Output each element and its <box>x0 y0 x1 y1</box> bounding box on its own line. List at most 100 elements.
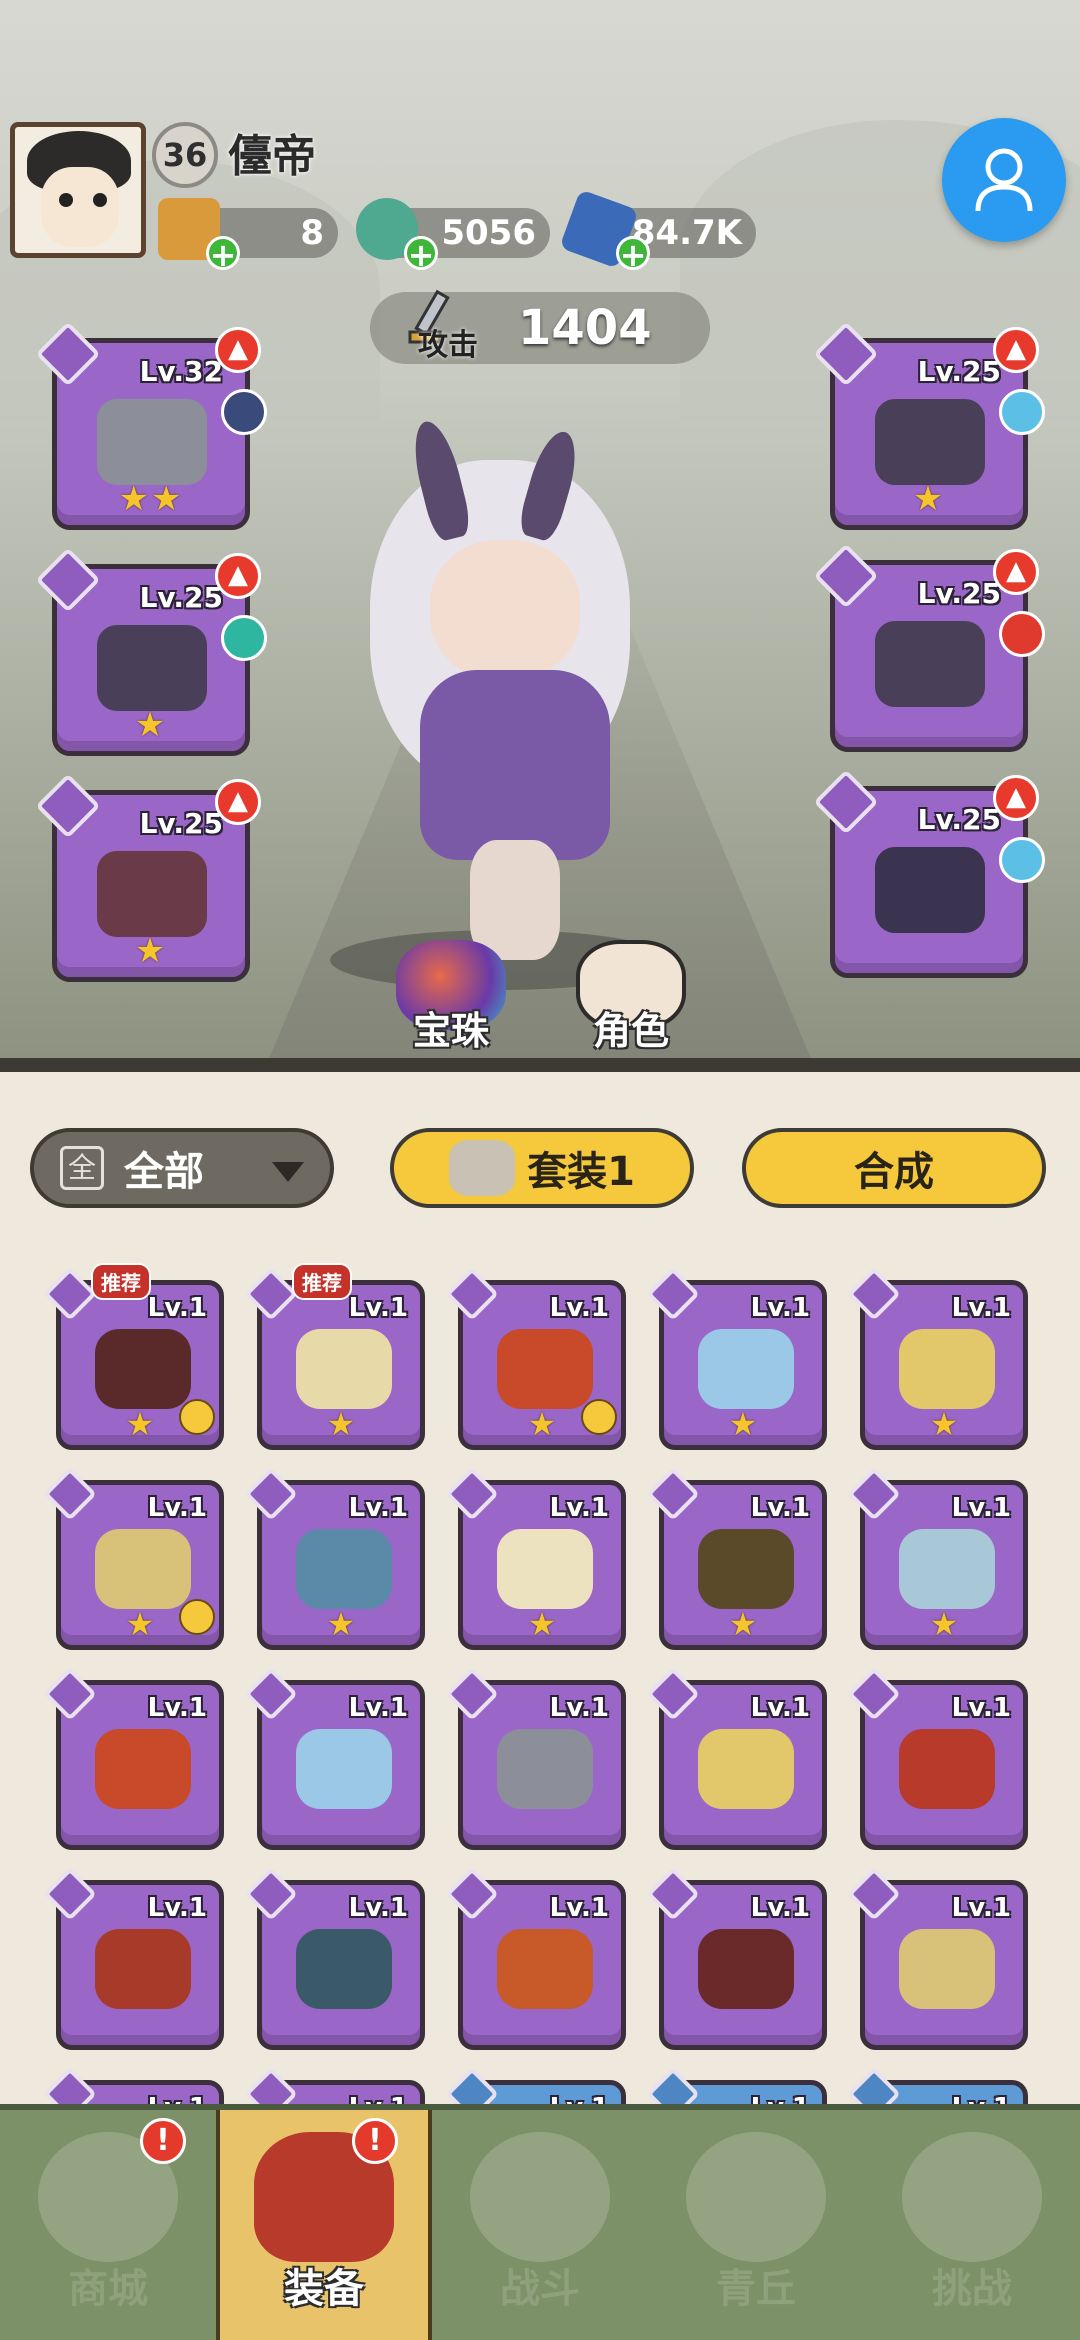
item-level: Lv.1 <box>549 1293 609 1323</box>
equip-stars: ★ <box>912 479 946 519</box>
add-crystal-icon[interactable]: + <box>616 236 650 271</box>
inventory-item[interactable]: Lv.1 ★ <box>847 1467 1028 1650</box>
add-scroll-icon[interactable]: + <box>206 236 240 271</box>
item-star: ★ <box>326 1405 356 1443</box>
nav-tab-label: 商城 <box>68 2266 148 2312</box>
equipment-art <box>899 1729 995 1809</box>
equipment-art <box>899 1929 995 2009</box>
equip-level: Lv.25 <box>917 355 1001 388</box>
equip-type-icon <box>445 1667 499 1721</box>
alert-badge: ! <box>140 2118 186 2164</box>
user-icon <box>975 148 1033 212</box>
item-level: Lv.1 <box>549 1693 609 1723</box>
equipment-art <box>875 847 985 933</box>
armor-set-icon <box>449 1140 516 1196</box>
equip-slot-armor[interactable]: Lv.25 ▲ ★ <box>35 547 267 756</box>
inventory-item[interactable]: Lv.1 ★ <box>847 1267 1028 1450</box>
set-piece-icon <box>581 1399 617 1435</box>
equip-type-icon <box>43 2067 97 2108</box>
inventory-item[interactable]: Lv.1 ★ <box>646 1467 827 1650</box>
item-star: ★ <box>929 1605 959 1643</box>
equip-type-icon <box>43 1467 97 1521</box>
equipment-art <box>698 1729 794 1809</box>
set-piece-icon <box>179 1399 215 1435</box>
inventory-item[interactable]: Lv.1 <box>646 1667 827 1850</box>
equip-type-icon <box>646 1267 700 1321</box>
inventory-item[interactable]: Lv.1 推荐 ★ <box>43 1263 224 1450</box>
inventory-item[interactable]: Lv.1 <box>646 1867 827 2050</box>
equip-type-icon <box>445 1467 499 1521</box>
resource-crystal[interactable]: + 984.7K <box>559 189 756 271</box>
equip-slot-boots[interactable]: Lv.25 ▲ <box>813 543 1045 752</box>
inventory-item[interactable]: Lv.1 ★ <box>445 1267 626 1450</box>
equip-type-icon <box>244 1267 298 1321</box>
filter-dropdown[interactable]: 全 全部 <box>30 1128 334 1208</box>
equipment-art <box>497 1729 593 1809</box>
item-level: Lv.1 <box>750 1293 810 1323</box>
inventory-item[interactable]: Lv.1 <box>445 1867 626 2050</box>
equipment-art <box>899 1529 995 1609</box>
upgrade-arrow-icon[interactable]: ▲ <box>215 779 261 825</box>
nav-tab-1[interactable]: 装备! <box>216 2110 432 2340</box>
player-avatar[interactable] <box>10 122 146 258</box>
inventory-item[interactable]: Lv.1 ★ <box>43 1467 224 1650</box>
add-jade-icon[interactable]: + <box>404 236 438 271</box>
equip-type-icon <box>445 2067 499 2108</box>
upgrade-arrow-icon[interactable]: ▲ <box>993 327 1039 373</box>
equipment-art <box>296 1529 392 1609</box>
nav-tab-label: 战斗 <box>500 2266 580 2312</box>
equipment-art <box>698 1329 794 1409</box>
equipment-art <box>95 1529 191 1609</box>
equip-slot-belt[interactable]: Lv.25 ▲ ★ <box>813 321 1045 530</box>
gem-icon <box>999 389 1045 435</box>
inventory-item[interactable]: Lv.1 ★ <box>244 1467 425 1650</box>
equip-slot-headband[interactable]: Lv.25 ▲ ★ <box>35 773 261 982</box>
inventory-item[interactable]: Lv.1 <box>43 1867 224 2050</box>
nav-tab-2[interactable]: 战斗 <box>432 2110 648 2340</box>
resource-jade-value: 5056 <box>441 213 536 253</box>
inventory-item[interactable]: Lv.1 <box>43 1667 224 1850</box>
nav-tab-0[interactable]: 商城! <box>0 2110 216 2340</box>
inventory-item[interactable]: Lv.1 ★ <box>445 1467 626 1650</box>
gem-icon <box>999 837 1045 883</box>
equipment-art <box>296 1929 392 2009</box>
resource-jade[interactable]: + 5056 <box>356 198 550 271</box>
item-level: Lv.1 <box>951 1693 1011 1723</box>
gem-icon <box>221 615 267 661</box>
inventory-item[interactable]: Lv.1 <box>244 1667 425 1850</box>
item-level: Lv.1 <box>348 1293 408 1323</box>
equip-slot-weapon[interactable]: Lv.32 ▲ ★★ <box>35 321 267 530</box>
upgrade-arrow-icon[interactable]: ▲ <box>215 553 261 599</box>
orbs-button[interactable]: 宝珠 <box>396 940 506 1055</box>
equip-type-icon <box>244 1667 298 1721</box>
gem-icon <box>999 611 1045 657</box>
gem-icon <box>221 389 267 435</box>
nav-tab-3[interactable]: 青丘 <box>648 2110 864 2340</box>
combine-button[interactable]: 合成 <box>742 1128 1046 1208</box>
item-level: Lv.1 <box>951 1893 1011 1923</box>
upgrade-arrow-icon[interactable]: ▲ <box>993 549 1039 595</box>
set-button[interactable]: 套装1 <box>390 1128 694 1208</box>
inventory-item[interactable]: Lv.1 <box>847 1867 1028 2050</box>
inventory-item[interactable]: Lv.1 <box>847 1667 1028 1850</box>
inventory-item[interactable]: Lv.1 推荐 ★ <box>244 1263 425 1450</box>
item-level: Lv.1 <box>348 1693 408 1723</box>
character-button[interactable]: 角色 <box>576 940 686 1055</box>
upgrade-arrow-icon[interactable]: ▲ <box>993 775 1039 821</box>
inventory-item[interactable]: Lv.1 ★ <box>646 1267 827 1450</box>
filter-label: 全部 <box>124 1149 204 1195</box>
equip-slot-accessory[interactable]: Lv.25 ▲ <box>813 769 1045 978</box>
profile-button[interactable] <box>942 118 1066 242</box>
hero-character[interactable] <box>330 400 690 990</box>
inventory-item[interactable]: Lv.1 <box>445 1667 626 1850</box>
nav-tab-4[interactable]: 挑战 <box>864 2110 1080 2340</box>
chevron-down-icon <box>272 1162 304 1182</box>
equipment-art <box>97 399 207 485</box>
equip-level: Lv.25 <box>917 803 1001 836</box>
inventory-item[interactable]: Lv.1 <box>244 1867 425 2050</box>
equip-type-icon <box>43 1867 97 1921</box>
equip-type-icon <box>847 2067 901 2108</box>
resource-scroll[interactable]: + 8 <box>158 198 338 271</box>
upgrade-arrow-icon[interactable]: ▲ <box>215 327 261 373</box>
item-star: ★ <box>326 1605 356 1643</box>
